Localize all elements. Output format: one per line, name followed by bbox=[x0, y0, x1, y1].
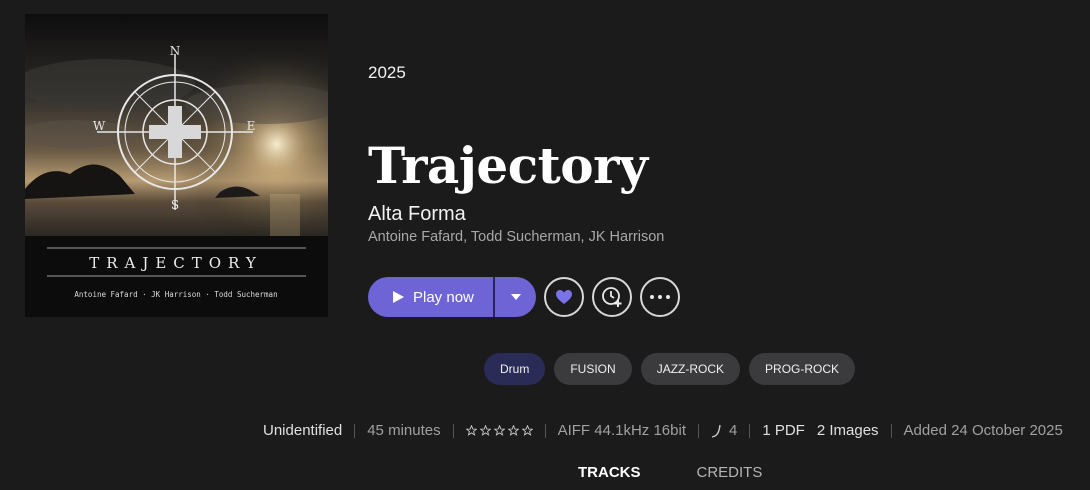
audio-format: AIFF 44.1kHz 16bit bbox=[557, 422, 686, 439]
tag-fusion[interactable]: FUSION bbox=[554, 353, 632, 385]
date-added: Added 24 October 2025 bbox=[903, 422, 1063, 439]
album-title: Trajectory bbox=[368, 136, 648, 195]
compass-s: S bbox=[171, 198, 179, 212]
play-options-button[interactable] bbox=[495, 277, 536, 317]
star-icon[interactable] bbox=[521, 425, 533, 436]
play-button-group: Play now bbox=[368, 277, 536, 317]
curve-icon bbox=[711, 424, 721, 438]
heart-icon bbox=[556, 290, 572, 304]
album-artist[interactable]: Alta Forma bbox=[368, 203, 466, 226]
play-icon bbox=[393, 291, 404, 303]
compass-w: W bbox=[93, 119, 106, 133]
divider bbox=[749, 423, 751, 438]
album-metadata: Unidentified 45 minutes AIFF 44.1kHz 16b… bbox=[263, 422, 1063, 439]
tab-credits[interactable]: CREDITS bbox=[697, 464, 763, 481]
tag-prog-rock[interactable]: PROG-ROCK bbox=[749, 353, 856, 385]
star-icon[interactable] bbox=[507, 425, 519, 436]
tab-tracks[interactable]: TRACKS bbox=[578, 464, 641, 481]
compass-n: N bbox=[170, 44, 181, 58]
star-icon[interactable] bbox=[479, 425, 491, 436]
image-count[interactable]: 2 Images bbox=[817, 422, 879, 439]
divider bbox=[354, 423, 356, 438]
tag-drum[interactable]: Drum bbox=[484, 353, 546, 385]
rating-stars[interactable] bbox=[465, 425, 533, 436]
divider bbox=[890, 423, 892, 438]
bpm-value: 4 bbox=[728, 422, 738, 439]
divider bbox=[697, 423, 699, 438]
duration: 45 minutes bbox=[367, 422, 441, 439]
identification-status[interactable]: Unidentified bbox=[263, 422, 342, 439]
divider bbox=[452, 423, 454, 438]
compass-e: E bbox=[247, 119, 256, 133]
play-now-button[interactable]: Play now bbox=[368, 277, 493, 317]
album-cover[interactable]: N E S W TRAJECTORY Antoine Fafard · JK H… bbox=[25, 14, 328, 317]
favorite-button[interactable] bbox=[544, 277, 584, 317]
chevron-down-icon bbox=[510, 294, 521, 300]
listen-later-button[interactable] bbox=[592, 277, 632, 317]
more-icon bbox=[650, 295, 670, 299]
bpm: 4 bbox=[711, 422, 737, 439]
tag-jazz-rock[interactable]: JAZZ-ROCK bbox=[640, 353, 741, 385]
pdf-count[interactable]: 1 PDF bbox=[762, 422, 805, 439]
more-options-button[interactable] bbox=[640, 277, 680, 317]
clock-plus-icon bbox=[602, 287, 622, 307]
genre-tags: Drum FUSION JAZZ-ROCK PROG-ROCK bbox=[484, 353, 856, 385]
star-icon[interactable] bbox=[493, 425, 505, 436]
star-icon[interactable] bbox=[465, 425, 477, 436]
album-tabs: TRACKS CREDITS bbox=[578, 464, 762, 481]
play-now-label: Play now bbox=[413, 288, 474, 306]
album-year: 2025 bbox=[368, 63, 406, 82]
cover-credits: Antoine Fafard · JK Harrison · Todd Such… bbox=[74, 290, 277, 299]
divider bbox=[544, 423, 546, 438]
album-performers[interactable]: Antoine Fafard, Todd Sucherman, JK Harri… bbox=[368, 229, 664, 245]
cover-title: TRAJECTORY bbox=[89, 254, 263, 272]
